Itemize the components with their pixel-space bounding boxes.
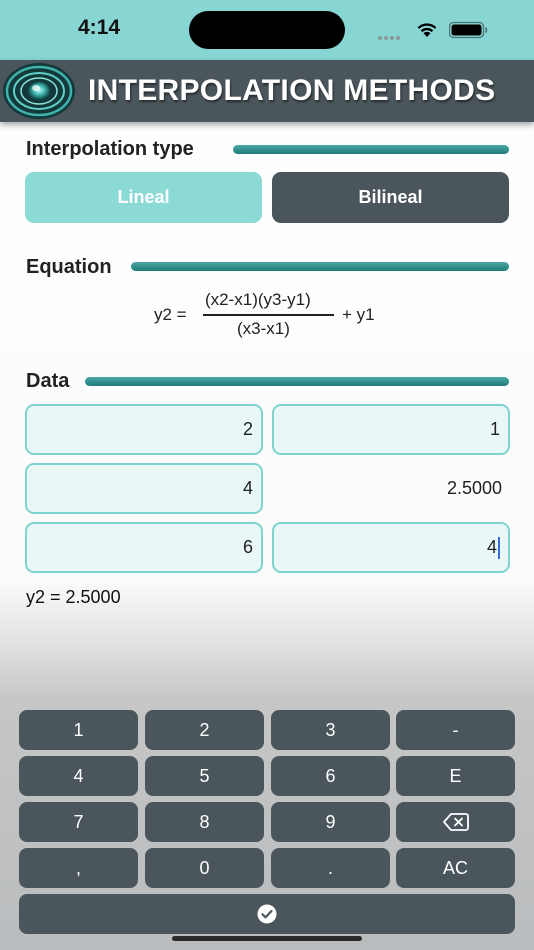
key-9[interactable]: 9 [271, 802, 390, 842]
y2-output: 2.5000 [446, 478, 502, 498]
key-0[interactable]: 0 [145, 848, 264, 888]
key-comma[interactable]: , [19, 848, 138, 888]
x1-input[interactable]: 2 [25, 404, 263, 455]
key-2[interactable]: 2 [145, 710, 264, 750]
y1-input[interactable]: 1 [272, 404, 510, 455]
equation-denominator: (x3-x1) [237, 319, 290, 338]
fraction-bar [203, 314, 334, 316]
section-title-data: Data [26, 370, 70, 392]
backspace-icon [442, 813, 469, 831]
key-5[interactable]: 5 [145, 756, 264, 796]
key-7[interactable]: 7 [19, 802, 138, 842]
x3-input[interactable]: 6 [25, 522, 263, 573]
y3-input[interactable]: 4 [272, 522, 510, 573]
app-logo-icon [3, 63, 75, 119]
page-title: INTERPOLATION METHODS [88, 74, 496, 107]
battery-icon [449, 21, 488, 39]
wifi-icon [417, 23, 437, 37]
key-exponent[interactable]: E [396, 756, 515, 796]
key-minus[interactable]: - [396, 710, 515, 750]
section-divider [233, 145, 509, 154]
lineal-button[interactable]: Lineal [25, 172, 262, 223]
key-4[interactable]: 4 [19, 756, 138, 796]
section-title-interpolation-type: Interpolation type [26, 138, 194, 160]
equation-numerator: (x2-x1)(y3-y1) [205, 290, 311, 309]
result-text: y2 = 2.5000 [26, 587, 121, 607]
key-decimal[interactable]: . [271, 848, 390, 888]
done-button[interactable] [19, 894, 515, 934]
section-divider [131, 262, 509, 271]
equation-lhs: y2 = [154, 305, 187, 324]
key-1[interactable]: 1 [19, 710, 138, 750]
key-8[interactable]: 8 [145, 802, 264, 842]
text-caret [498, 537, 500, 560]
section-divider [85, 377, 509, 386]
home-indicator [172, 936, 362, 941]
key-backspace[interactable] [396, 802, 515, 842]
section-title-equation: Equation [26, 256, 112, 278]
signal-dots-icon [378, 27, 408, 40]
status-time: 4:14 [78, 16, 121, 39]
equation-rhs: + y1 [342, 305, 375, 324]
y3-value: 4 [486, 537, 497, 557]
status-bar: 4:14 [0, 0, 534, 60]
dynamic-island [189, 11, 345, 49]
key-3[interactable]: 3 [271, 710, 390, 750]
key-clear[interactable]: AC [396, 848, 515, 888]
key-6[interactable]: 6 [271, 756, 390, 796]
checkmark-circle-icon [257, 904, 277, 924]
bilineal-button[interactable]: Bilineal [272, 172, 509, 223]
x2-input[interactable]: 4 [25, 463, 263, 514]
